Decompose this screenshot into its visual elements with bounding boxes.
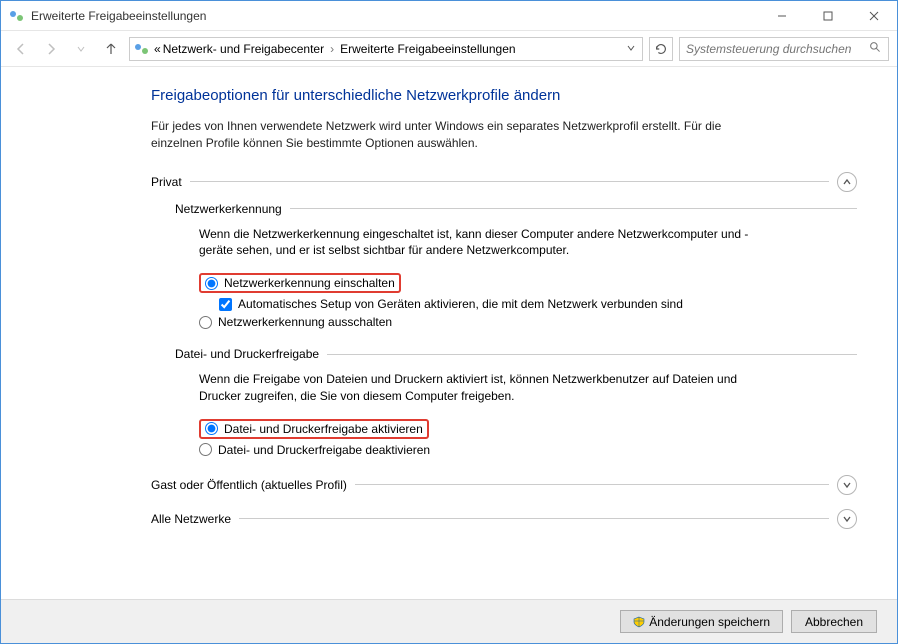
divider [327,354,857,355]
highlight-box: Netzwerkerkennung einschalten [199,273,401,293]
section-private: Privat Netzwerkerkennung Wenn die Netzwe… [151,172,857,459]
radio-discovery-off[interactable] [199,316,212,329]
page-intro: Für jedes von Ihnen verwendete Netzwerk … [151,118,771,152]
refresh-button[interactable] [649,37,673,61]
section-private-label: Privat [151,175,182,189]
search-icon [869,41,882,57]
network-discovery-desc: Wenn die Netzwerkerkennung eingeschaltet… [199,226,759,260]
radio-fp-on[interactable] [205,422,218,435]
shield-icon [633,616,645,628]
window-title: Erweiterte Freigabeeinstellungen [31,9,759,23]
divider [290,208,857,209]
check-auto-setup[interactable] [219,298,232,311]
section-all-networks: Alle Netzwerke [151,509,857,529]
section-guest-label: Gast oder Öffentlich (aktuelles Profil) [151,478,347,492]
check-auto-setup-label[interactable]: Automatisches Setup von Geräten aktivier… [238,297,683,311]
network-discovery-options: Netzwerkerkennung einschalten Automatisc… [199,271,857,331]
radio-discovery-on-label[interactable]: Netzwerkerkennung einschalten [224,276,395,290]
breadcrumb[interactable]: « Netzwerk- und Freigabecenter › Erweite… [129,37,643,61]
subsection-title: Netzwerkerkennung [175,202,282,216]
radio-fp-on-label[interactable]: Datei- und Druckerfreigabe aktivieren [224,422,423,436]
back-button[interactable] [9,37,33,61]
divider [355,484,829,485]
cancel-button-label: Abbrechen [805,615,863,629]
forward-button[interactable] [39,37,63,61]
maximize-button[interactable] [805,1,851,31]
up-button[interactable] [99,37,123,61]
collapse-icon[interactable] [837,172,857,192]
section-private-header[interactable]: Privat [151,172,857,192]
breadcrumb-item-2[interactable]: Erweiterte Freigabeeinstellungen [340,42,515,56]
breadcrumb-icon [134,41,150,57]
subsection-file-printer: Datei- und Druckerfreigabe Wenn die Frei… [175,347,857,459]
file-printer-desc: Wenn die Freigabe von Dateien und Drucke… [199,371,759,405]
window-controls [759,1,897,31]
radio-fp-off[interactable] [199,443,212,456]
section-guest-header[interactable]: Gast oder Öffentlich (aktuelles Profil) [151,475,857,495]
divider [190,181,829,182]
divider [239,518,829,519]
radio-fp-off-row: Datei- und Druckerfreigabe deaktivieren [199,441,857,459]
save-button[interactable]: Änderungen speichern [620,610,783,633]
breadcrumb-separator-icon: › [326,42,338,56]
search-box[interactable] [679,37,889,61]
breadcrumb-prefix: « [154,42,161,56]
section-all-header[interactable]: Alle Netzwerke [151,509,857,529]
subsection-title: Datei- und Druckerfreigabe [175,347,319,361]
section-guest: Gast oder Öffentlich (aktuelles Profil) [151,475,857,495]
highlight-box: Datei- und Druckerfreigabe aktivieren [199,419,429,439]
radio-discovery-off-row: Netzwerkerkennung ausschalten [199,313,857,331]
search-input[interactable] [686,42,869,56]
radio-discovery-on[interactable] [205,277,218,290]
check-auto-setup-row: Automatisches Setup von Geräten aktivier… [219,295,857,313]
close-button[interactable] [851,1,897,31]
subsection-header: Datei- und Druckerfreigabe [175,347,857,361]
subsection-header: Netzwerkerkennung [175,202,857,216]
cancel-button[interactable]: Abbrechen [791,610,877,633]
app-icon [9,8,25,24]
radio-discovery-on-row: Netzwerkerkennung einschalten [199,271,857,295]
subsection-network-discovery: Netzwerkerkennung Wenn die Netzwerkerken… [175,202,857,332]
breadcrumb-item-1[interactable]: Netzwerk- und Freigabecenter [163,42,324,56]
section-all-label: Alle Netzwerke [151,512,231,526]
page-title: Freigabeoptionen für unterschiedliche Ne… [151,87,857,104]
recent-dropdown[interactable] [69,37,93,61]
save-button-label: Änderungen speichern [649,615,770,629]
radio-fp-off-label[interactable]: Datei- und Druckerfreigabe deaktivieren [218,443,430,457]
titlebar: Erweiterte Freigabeeinstellungen [1,1,897,31]
expand-icon[interactable] [837,475,857,495]
navbar: « Netzwerk- und Freigabecenter › Erweite… [1,31,897,67]
radio-discovery-off-label[interactable]: Netzwerkerkennung ausschalten [218,315,392,329]
footer: Änderungen speichern Abbrechen [1,599,897,643]
breadcrumb-dropdown-icon[interactable] [626,42,638,56]
radio-fp-on-row: Datei- und Druckerfreigabe aktivieren [199,417,857,441]
minimize-button[interactable] [759,1,805,31]
content-area: Freigabeoptionen für unterschiedliche Ne… [1,67,897,599]
file-printer-options: Datei- und Druckerfreigabe aktivieren Da… [199,417,857,459]
expand-icon[interactable] [837,509,857,529]
